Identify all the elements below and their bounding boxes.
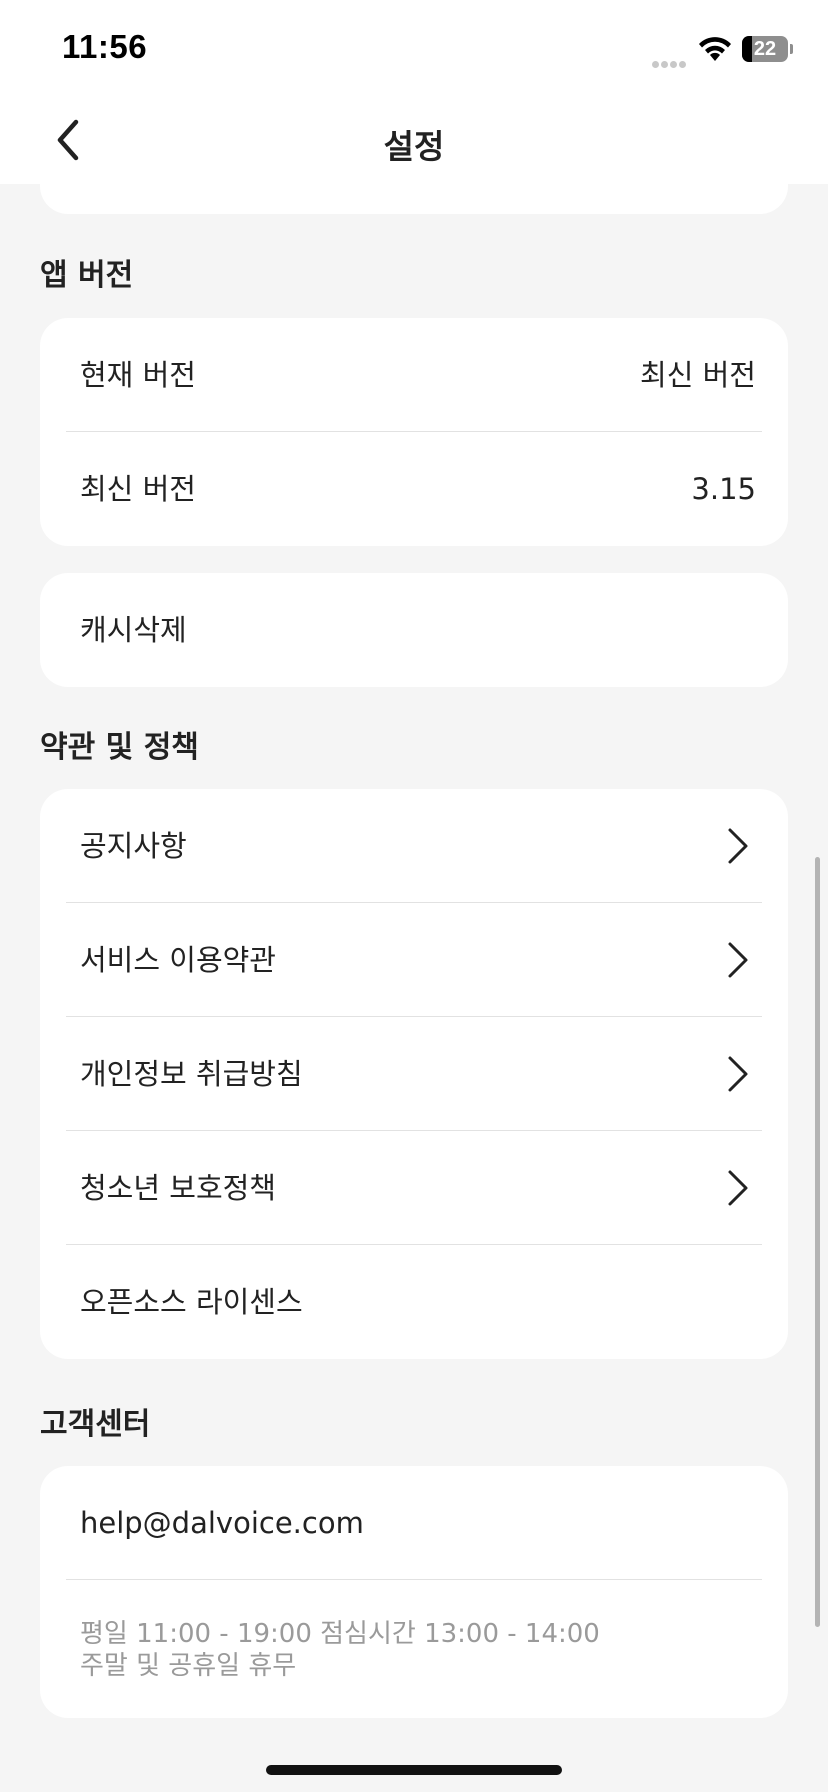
terms-card: 공지사항 서비스 이용약관 개인정보 취급방침 청소년 보호정책 오픈소스 라이…: [40, 789, 788, 1359]
support-hours: 평일 11:00 - 19:00 점심시간 13:00 - 14:00 주말 및…: [80, 1618, 600, 1682]
battery-icon: 22: [742, 36, 788, 62]
app-version-card: 현재 버전 최신 버전 최신 버전 3.15: [40, 318, 788, 546]
latest-version-label: 최신 버전: [80, 472, 196, 506]
signal-dots-icon: [652, 53, 690, 68]
terms-of-service-item[interactable]: 서비스 이용약관: [40, 903, 788, 1017]
nav-bar: 설정: [0, 100, 828, 184]
support-email-row[interactable]: help@dalvoice.com: [40, 1466, 788, 1580]
support-email: help@dalvoice.com: [80, 1506, 364, 1540]
wifi-icon: [699, 37, 731, 61]
scroll-indicator[interactable]: [815, 857, 820, 1627]
notice-label: 공지사항: [80, 829, 187, 863]
status-bar: 11:56 22: [0, 0, 828, 100]
current-version-value: 최신 버전: [640, 358, 756, 392]
clear-cache-button[interactable]: 캐시삭제: [40, 573, 788, 687]
clear-cache-label: 캐시삭제: [80, 613, 187, 647]
chevron-right-icon: [728, 828, 748, 864]
open-source-license-label: 오픈소스 라이센스: [80, 1285, 303, 1319]
battery-level: 22: [753, 38, 777, 60]
current-version-label: 현재 버전: [80, 358, 196, 392]
youth-protection-label: 청소년 보호정책: [80, 1171, 276, 1205]
support-hours-row: 평일 11:00 - 19:00 점심시간 13:00 - 14:00 주말 및…: [40, 1580, 788, 1718]
latest-version-value: 3.15: [691, 472, 756, 506]
support-hours-weekend: 주말 및 공휴일 휴무: [80, 1651, 297, 1681]
notice-item[interactable]: 공지사항: [40, 789, 788, 903]
latest-version-row: 최신 버전 3.15: [40, 432, 788, 546]
status-time: 11:56: [62, 28, 148, 65]
terms-of-service-label: 서비스 이용약관: [80, 943, 276, 977]
chevron-right-icon: [728, 1170, 748, 1206]
section-label-support: 고객센터: [40, 1407, 151, 1442]
section-label-terms: 약관 및 정책: [40, 730, 199, 765]
cache-card: 캐시삭제: [40, 573, 788, 687]
current-version-row: 현재 버전 최신 버전: [40, 318, 788, 432]
support-hours-weekday: 평일 11:00 - 19:00 점심시간 13:00 - 14:00: [80, 1619, 600, 1649]
privacy-policy-label: 개인정보 취급방침: [80, 1057, 303, 1091]
privacy-policy-item[interactable]: 개인정보 취급방침: [40, 1017, 788, 1131]
home-indicator[interactable]: [266, 1765, 562, 1775]
youth-protection-item[interactable]: 청소년 보호정책: [40, 1131, 788, 1245]
chevron-right-icon: [728, 942, 748, 978]
page-title: 설정: [383, 127, 445, 166]
support-card: help@dalvoice.com 평일 11:00 - 19:00 점심시간 …: [40, 1466, 788, 1718]
chevron-right-icon: [728, 1056, 748, 1092]
battery-tip: [790, 44, 793, 54]
section-label-app-version: 앱 버전: [40, 258, 134, 293]
open-source-license-item[interactable]: 오픈소스 라이센스: [40, 1245, 788, 1359]
